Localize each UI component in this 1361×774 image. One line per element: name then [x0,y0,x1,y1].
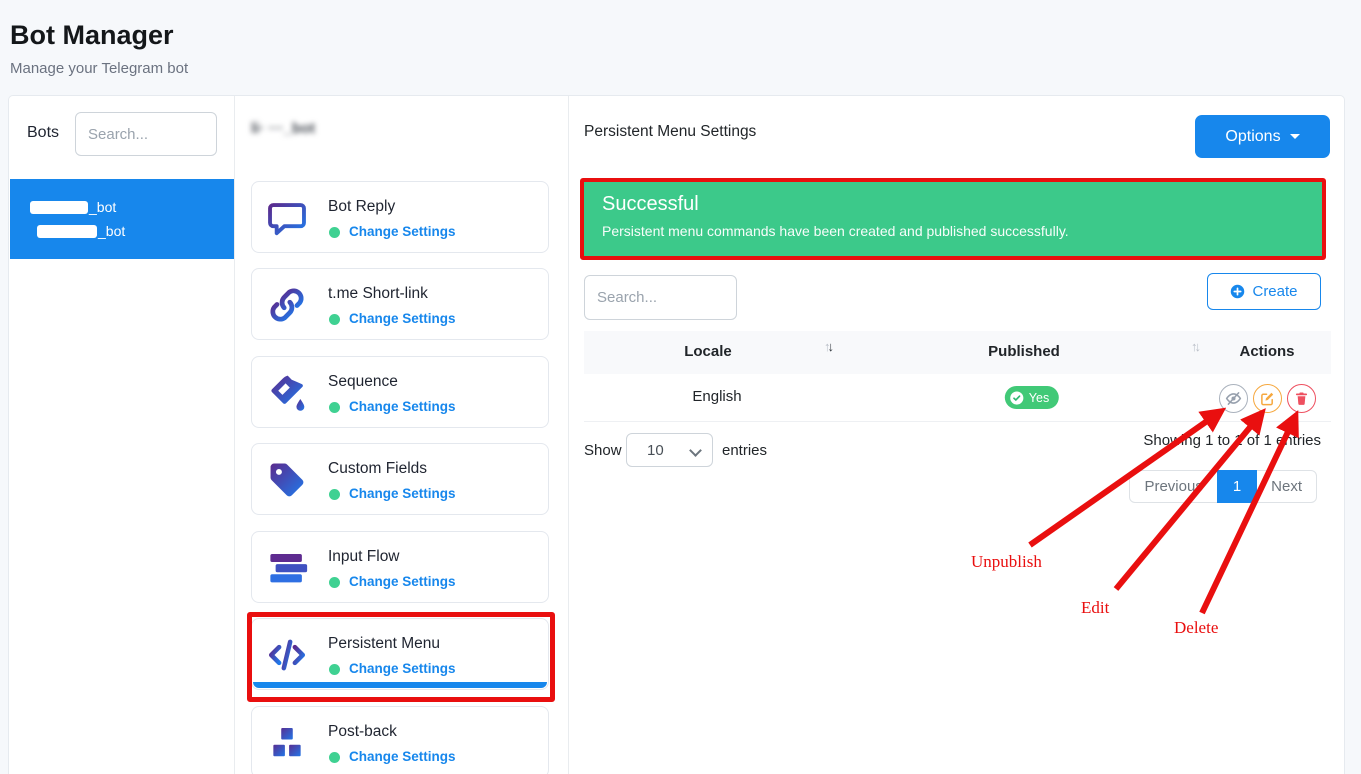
feature-card-persistent-menu[interactable]: Persistent Menu Change Settings [251,618,549,690]
next-page-button[interactable]: Next [1256,470,1317,503]
feature-card-post-back[interactable]: Post-back Change Settings [251,706,549,774]
feature-card-sequence[interactable]: Sequence Change Settings [251,356,549,428]
status-dot-icon [329,402,340,413]
selected-bot-name-blurred: li· ···_bot [251,120,315,137]
status-dot-icon [329,577,340,588]
redaction-block [37,225,97,238]
eye-slash-icon [1225,390,1242,407]
feature-card-shortlink[interactable]: t.me Short-link Change Settings [251,268,549,340]
page-size-select-wrap: 10 [626,433,713,467]
bot-name-redacted: _bot [37,223,125,239]
edit-button[interactable] [1253,384,1282,413]
change-settings-link[interactable]: Change Settings [349,661,456,676]
change-settings-link[interactable]: Change Settings [349,224,456,239]
table-row: English Yes [584,374,1331,422]
status-dot-icon [329,752,340,763]
sidebar-divider [234,96,235,774]
status-dot-icon [329,227,340,238]
link-icon [266,284,308,326]
feature-card-input-flow[interactable]: Input Flow Change Settings [251,531,549,603]
previous-page-button[interactable]: Previous [1129,470,1217,503]
page-size-select[interactable]: 10 [626,433,713,467]
feature-card-custom-fields[interactable]: Custom Fields Change Settings [251,443,549,515]
showing-entries-text: Showing 1 to 1 of 1 entries [1143,432,1321,449]
card-title: t.me Short-link [328,285,428,303]
code-icon [266,634,308,676]
column-header-actions: Actions [1239,343,1294,360]
content-title: Persistent Menu Settings [584,123,756,141]
page-1-button[interactable]: 1 [1217,470,1257,503]
chat-bubble-icon [266,197,308,239]
create-button[interactable]: Create [1207,273,1321,310]
card-title: Input Flow [328,548,400,566]
column-header-published[interactable]: Published [988,343,1060,360]
delete-button[interactable] [1287,384,1316,413]
alert-message: Persistent menu commands have been creat… [602,223,1304,239]
status-dot-icon [329,314,340,325]
unpublish-button[interactable] [1219,384,1248,413]
main-panel: Bots _bot _bot li· ···_bot Bot Reply Cha… [8,95,1345,774]
redaction-block [30,201,88,214]
alert-title: Successful [602,193,1304,216]
check-circle-icon [1010,391,1024,405]
paint-bucket-icon [266,372,308,414]
table-header-row: Locale ↑↓ Published ↑↓ Actions [584,331,1331,374]
page-title: Bot Manager [10,20,174,51]
chevron-down-icon [1290,134,1300,139]
change-settings-link[interactable]: Change Settings [349,574,456,589]
status-dot-icon [329,664,340,675]
pagination: Previous 1 Next [1130,470,1317,503]
table-search-input[interactable] [584,275,737,320]
card-title: Persistent Menu [328,635,440,653]
locale-cell: English [692,388,741,405]
entries-label: entries [722,442,767,459]
bots-search-input[interactable] [75,112,217,156]
content-divider [568,96,569,774]
bots-heading: Bots [27,124,59,142]
sort-icon[interactable]: ↑↓ [824,339,831,354]
cubes-icon [266,722,308,764]
change-settings-link[interactable]: Change Settings [349,486,456,501]
page-subtitle: Manage your Telegram bot [10,60,188,77]
success-alert: Successful Persistent menu commands have… [580,178,1326,260]
sort-icon[interactable]: ↑↓ [1191,339,1198,354]
tag-icon [266,459,308,501]
trash-icon [1294,391,1309,406]
card-title: Bot Reply [328,198,395,216]
bot-name-redacted: _bot [30,199,116,215]
change-settings-link[interactable]: Change Settings [349,749,456,764]
bot-list-item-selected[interactable]: _bot _bot [10,179,234,259]
column-header-locale[interactable]: Locale [684,343,732,360]
feature-card-bot-reply[interactable]: Bot Reply Change Settings [251,181,549,253]
published-badge: Yes [1005,386,1059,409]
plus-circle-icon [1230,284,1245,299]
status-dot-icon [329,489,340,500]
card-title: Sequence [328,373,398,391]
show-label: Show [584,442,622,459]
options-button[interactable]: Options [1195,115,1330,158]
active-tab-indicator [253,682,547,688]
change-settings-link[interactable]: Change Settings [349,311,456,326]
list-bars-icon [266,547,308,589]
edit-pencil-icon [1260,391,1275,406]
change-settings-link[interactable]: Change Settings [349,399,456,414]
card-title: Custom Fields [328,460,427,478]
card-title: Post-back [328,723,397,741]
